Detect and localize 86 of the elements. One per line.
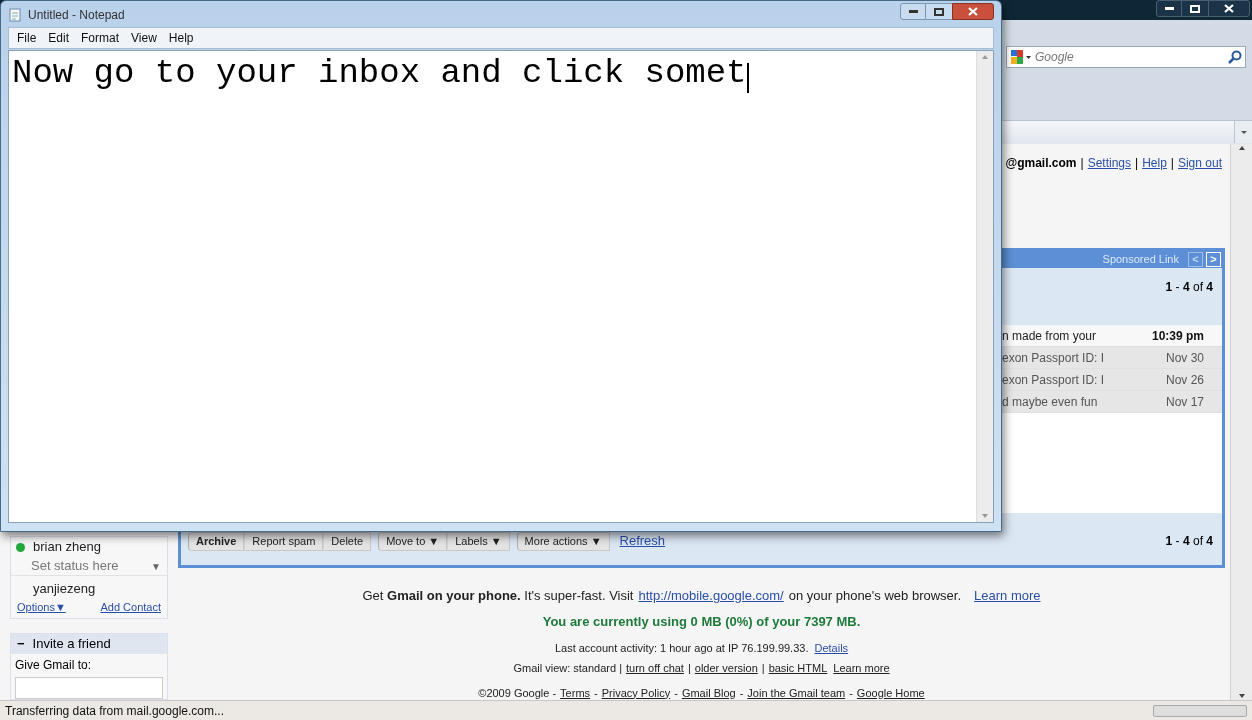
account-email: @gmail.com	[1005, 155, 1077, 172]
separator: -	[849, 685, 853, 701]
scrollbar[interactable]	[1230, 144, 1252, 700]
text-cursor	[746, 62, 749, 93]
scroll-up-icon	[1238, 146, 1245, 150]
gmail-view-label: Gmail view: standard |	[513, 661, 623, 676]
mobile-promo-text: on your phone's web browser.	[788, 587, 962, 606]
search-icon[interactable]	[1228, 50, 1242, 64]
footer-link[interactable]: Join the Gmail team	[747, 684, 846, 701]
message-row[interactable]: exon Passport ID: I Nov 30	[1002, 347, 1222, 369]
separator: |	[687, 661, 691, 676]
view-link[interactable]: older version	[694, 660, 758, 677]
message-snippet: exon Passport ID: I	[1002, 349, 1106, 367]
close-button[interactable]	[952, 3, 994, 20]
add-contact-link[interactable]: Add Contact	[100, 599, 161, 616]
view-link[interactable]: basic HTML	[768, 660, 828, 677]
separator: |	[761, 661, 765, 676]
message-snippet: exon Passport ID: I	[1002, 371, 1106, 389]
caret-icon	[1240, 130, 1247, 134]
google-logo-icon	[1010, 49, 1032, 65]
view-link[interactable]: turn off chat	[626, 660, 684, 677]
page-count: 1 - 4 of 4	[1165, 279, 1213, 296]
account-link[interactable]: Settings	[1087, 154, 1131, 172]
learn-more-link[interactable]: Learn more	[833, 660, 890, 677]
scroll-down-icon	[982, 514, 988, 518]
sponsored-label: Sponsored Link	[1102, 252, 1179, 268]
status-text: Transferring data from mail.google.com...	[5, 702, 224, 720]
notepad-icon	[8, 8, 22, 22]
separator: -	[594, 685, 598, 701]
message-date: 10:39 pm	[1150, 327, 1205, 345]
invite-label: Give Gmail to:	[14, 656, 93, 674]
menu-item[interactable]: Format	[75, 29, 126, 47]
menu-item[interactable]: Help	[162, 29, 200, 47]
message-row[interactable]: n made from your 10:39 pm	[1002, 325, 1222, 347]
invite-title: Invite a friend	[32, 634, 111, 653]
copyright: ©2009 Google -	[478, 685, 557, 701]
details-link[interactable]: Details	[814, 639, 849, 656]
separator: |	[1170, 155, 1174, 172]
storage-usage: You are currently using 0 MB (0%) of your 7397 MB.	[542, 613, 861, 631]
message-date: Nov 17	[1164, 393, 1205, 411]
message-row[interactable]: d maybe even fun Nov 17	[1002, 391, 1222, 413]
maximize-button[interactable]	[1182, 0, 1208, 17]
contact-name[interactable]: brian zheng	[33, 537, 101, 557]
message-date: Nov 30	[1164, 349, 1205, 367]
notepad-scrollbar[interactable]	[976, 51, 993, 522]
status-field[interactable]: Set status here ▼	[11, 557, 167, 575]
learn-more-link[interactable]: Learn more	[974, 586, 1041, 606]
mobile-promo-text: Get Gmail on your phone. It's super-fast. Visit	[362, 587, 634, 606]
footer-link[interactable]: Gmail Blog	[681, 684, 736, 701]
message-row[interactable]: exon Passport ID: I Nov 26	[1002, 369, 1222, 391]
message-snippet: d maybe even fun	[1002, 393, 1099, 411]
account-activity: Last account activity: 1 hour ago at IP 76.199.99.33.	[554, 640, 809, 656]
toolbar-button[interactable]: Archive	[188, 531, 245, 551]
collapse-button[interactable]: −	[17, 633, 25, 654]
search-field[interactable]: Google	[1006, 46, 1246, 68]
message-snippet: n made from your	[1002, 327, 1098, 345]
minimize-button[interactable]	[900, 3, 926, 20]
separator: -	[739, 685, 744, 701]
maximize-button[interactable]	[926, 3, 952, 20]
minimize-button[interactable]	[1156, 0, 1182, 17]
separator: |	[1135, 155, 1139, 172]
footer-link[interactable]: Google Home	[856, 684, 925, 701]
options-link[interactable]: Options▼	[17, 599, 66, 616]
menu-item[interactable]: File	[11, 29, 43, 47]
close-button[interactable]	[1208, 0, 1250, 17]
separator: -	[674, 685, 678, 701]
footer-link[interactable]: Terms	[560, 684, 591, 701]
message-date: Nov 26	[1164, 371, 1205, 389]
scroll-up-icon	[982, 55, 988, 59]
search-input[interactable]: Google	[1035, 48, 1225, 66]
mobile-link[interactable]: http://mobile.google.com/	[638, 586, 784, 606]
contact-name[interactable]: yanjiezeng	[33, 579, 96, 599]
toolbar-button[interactable]: Labels ▼	[447, 531, 510, 551]
footer-link[interactable]: Privacy Policy	[601, 684, 671, 701]
close-icon	[1224, 4, 1234, 13]
account-link[interactable]: Help	[1142, 154, 1167, 172]
page-count: 1 - 4 of 4	[1165, 533, 1213, 550]
invite-field[interactable]	[15, 676, 163, 699]
document-text: Now go to your inbox and click somet	[12, 54, 747, 92]
menu-item[interactable]: View	[125, 29, 163, 47]
account-link[interactable]: Sign out	[1177, 154, 1222, 172]
refresh-link[interactable]: Refresh	[619, 531, 666, 551]
menu-item[interactable]: Edit	[42, 29, 76, 47]
close-icon	[968, 7, 978, 16]
separator: |	[1080, 155, 1084, 172]
window-title: Untitled - Notepad	[28, 7, 125, 24]
